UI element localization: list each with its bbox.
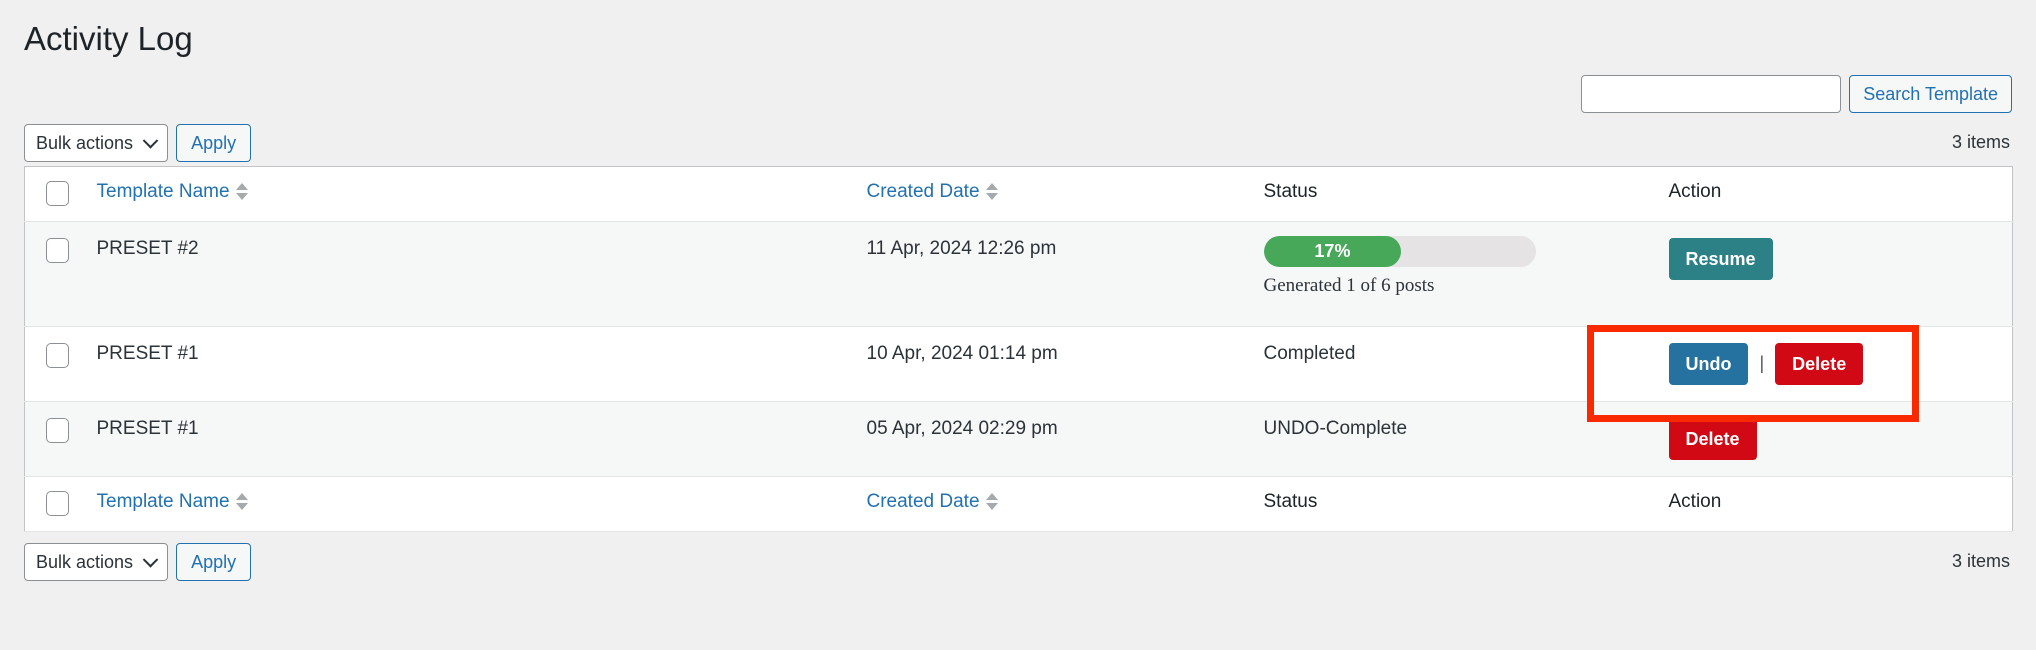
column-footer-created-date[interactable]: Created Date (842, 475, 1240, 532)
apply-button-bottom[interactable]: Apply (176, 542, 252, 581)
undo-button[interactable]: Undo (1668, 342, 1749, 385)
bulk-actions-label-bottom: Bulk actions (36, 551, 134, 572)
table-row: PRESET #1 05 Apr, 2024 02:29 pm UNDO-Com… (24, 401, 2013, 477)
progress-bar-fill: 17% (1263, 235, 1402, 267)
cell-action: Delete (1644, 401, 2013, 477)
search-row: Search Template (24, 74, 2012, 113)
table-header-row: Template Name Created Date Status Action (24, 166, 2013, 222)
cell-created-date: 05 Apr, 2024 02:29 pm (842, 401, 1240, 477)
chevron-down-icon (142, 132, 159, 149)
table-head: Template Name Created Date Status Action (24, 166, 2013, 222)
cell-status: 17% Generated 1 of 6 posts (1239, 221, 1645, 327)
column-footer-action: Action (1644, 475, 2013, 532)
column-label-created-date: Created Date (866, 490, 980, 512)
row-select-cell (24, 221, 73, 327)
cell-template-name: PRESET #1 (72, 326, 843, 402)
table-footer-row: Template Name Created Date Status Action (24, 475, 2013, 532)
delete-button[interactable]: Delete (1775, 342, 1864, 385)
toolbar-top: Bulk actions Apply 3 items (24, 122, 2012, 164)
column-label-template-name: Template Name (96, 490, 230, 512)
bulk-actions-select-bottom[interactable]: Bulk actions (24, 542, 169, 581)
progress-bar: 17% (1263, 235, 1536, 267)
row-checkbox[interactable] (46, 417, 69, 443)
search-input[interactable] (1581, 74, 1842, 113)
sort-arrows-icon (985, 493, 998, 511)
activity-log-page: Activity Log Search Template Bulk action… (0, 0, 2036, 650)
table-body: PRESET #2 11 Apr, 2024 12:26 pm 17% Gene… (24, 221, 2013, 477)
search-template-button[interactable]: Search Template (1849, 74, 2012, 113)
chevron-down-icon (142, 551, 159, 568)
delete-button[interactable]: Delete (1668, 417, 1757, 460)
cell-template-name: PRESET #1 (72, 401, 843, 477)
table-row: PRESET #1 10 Apr, 2024 01:14 pm Complete… (24, 326, 2013, 402)
apply-button-top[interactable]: Apply (176, 123, 252, 162)
table-row: PRESET #2 11 Apr, 2024 12:26 pm 17% Gene… (24, 221, 2013, 327)
action-separator: | (1759, 353, 1765, 374)
column-header-status: Status (1239, 166, 1645, 222)
bulk-actions-label-top: Bulk actions (36, 132, 134, 153)
sort-created-date-link-bottom[interactable]: Created Date (867, 491, 998, 513)
column-header-action: Action (1644, 166, 2013, 222)
sort-arrows-icon (985, 183, 998, 201)
sort-arrows-icon (235, 493, 248, 511)
items-count-bottom: 3 items (1951, 551, 2010, 572)
cell-created-date: 10 Apr, 2024 01:14 pm (842, 326, 1240, 402)
cell-status: Completed (1239, 326, 1645, 402)
cell-template-name: PRESET #2 (72, 221, 843, 327)
cell-action: Undo | Delete (1644, 326, 2013, 402)
select-all-checkbox-top[interactable] (46, 180, 69, 206)
column-header-created-date[interactable]: Created Date (842, 166, 1240, 222)
progress-percent-label: 17% (1314, 240, 1351, 261)
row-checkbox[interactable] (46, 342, 69, 368)
sort-template-name-link-bottom[interactable]: Template Name (97, 491, 248, 513)
select-all-checkbox-bottom[interactable] (46, 490, 69, 516)
progress-note: Generated 1 of 6 posts (1263, 274, 1435, 296)
sort-created-date-link[interactable]: Created Date (867, 181, 998, 203)
row-select-cell (24, 401, 73, 477)
items-count-top: 3 items (1951, 132, 2010, 153)
row-checkbox[interactable] (46, 237, 69, 263)
select-all-header (24, 166, 73, 222)
resume-button[interactable]: Resume (1668, 237, 1773, 280)
cell-action: Resume (1644, 221, 2013, 327)
select-all-footer (24, 475, 73, 532)
column-footer-template-name[interactable]: Template Name (72, 475, 843, 532)
page-title: Activity Log (24, 20, 193, 57)
activity-log-table: Template Name Created Date Status Action (24, 165, 2013, 532)
bulk-actions-select-top[interactable]: Bulk actions (24, 123, 169, 162)
cell-status: UNDO-Complete (1239, 401, 1645, 477)
sort-template-name-link[interactable]: Template Name (97, 181, 248, 203)
column-label-created-date: Created Date (866, 180, 980, 202)
sort-arrows-icon (235, 183, 248, 201)
toolbar-bottom: Bulk actions Apply 3 items (24, 541, 2012, 583)
column-header-template-name[interactable]: Template Name (72, 166, 843, 222)
table-foot: Template Name Created Date Status Action (24, 475, 2013, 532)
column-label-template-name: Template Name (96, 180, 230, 202)
cell-created-date: 11 Apr, 2024 12:26 pm (842, 221, 1240, 327)
row-select-cell (24, 326, 73, 402)
action-group: Undo | Delete (1668, 342, 2012, 385)
column-footer-status: Status (1239, 475, 1645, 532)
